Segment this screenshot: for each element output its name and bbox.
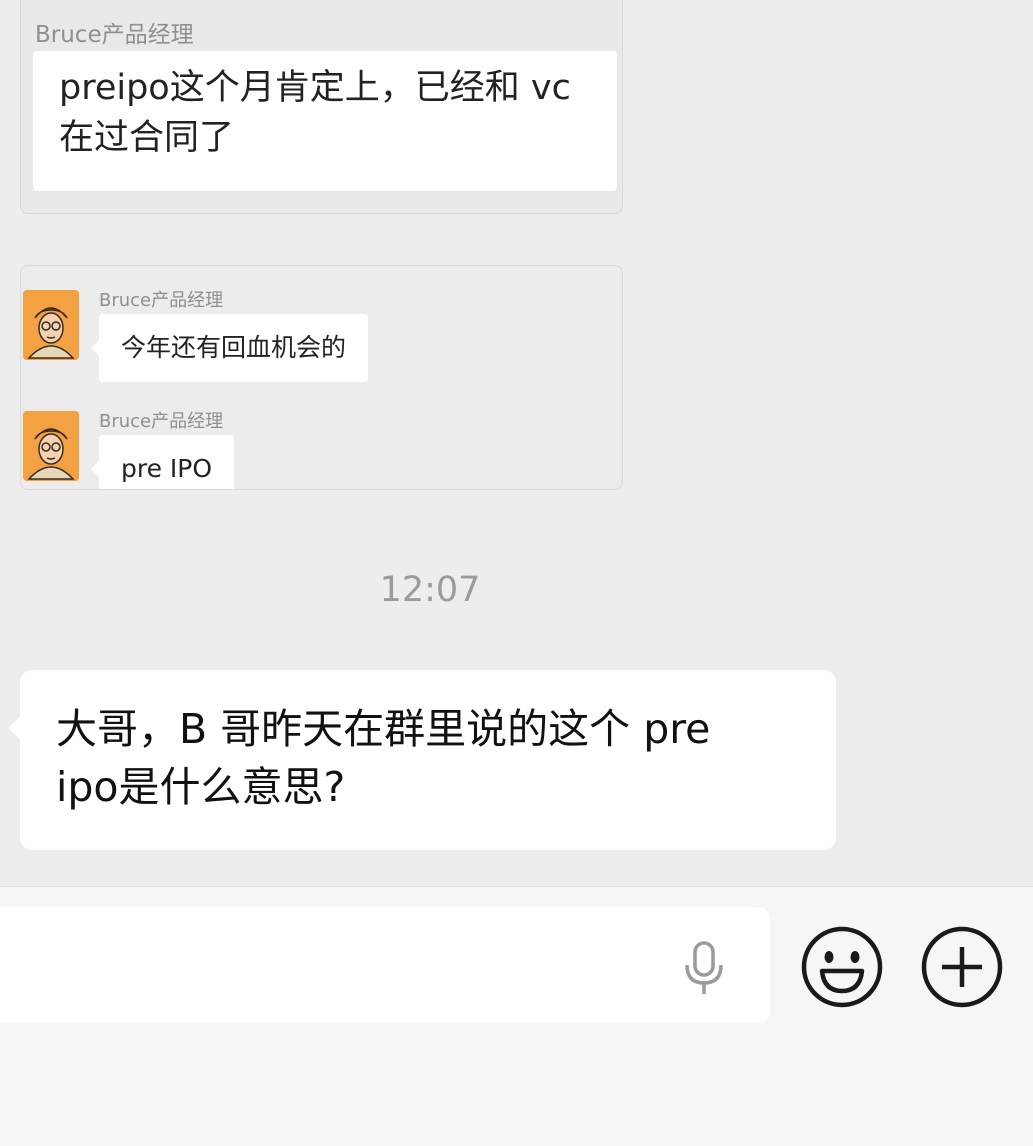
sender-name: Bruce产品经理 xyxy=(35,22,194,48)
message-line: ipo是什么意思? xyxy=(56,763,346,811)
incoming-message-bubble[interactable]: 大哥，B 哥昨天在群里说的这个 pre ipo是什么意思? xyxy=(8,670,836,850)
message-line: preipo这个月肯定上，已经和 vc xyxy=(59,68,571,108)
emoji-icon[interactable] xyxy=(798,923,886,1011)
message-bubble: preipo这个月肯定上，已经和 vc 在过合同了 xyxy=(33,51,617,191)
add-icon[interactable] xyxy=(918,923,1006,1011)
microphone-icon[interactable] xyxy=(672,937,736,1001)
cartoon-man-avatar-icon xyxy=(23,290,79,360)
forwarded-screenshot-image[interactable]: Bruce产品经理 今年还有回血机会的 Bruce产品经理 pre IPO xyxy=(20,265,623,490)
sender-name: Bruce产品经理 xyxy=(99,290,224,311)
message-line: 在过合同了 xyxy=(59,118,235,158)
message-bubble: pre IPO xyxy=(90,435,235,489)
forwarded-screenshot-image[interactable]: Bruce产品经理 preipo这个月肯定上，已经和 vc 在过合同了 xyxy=(20,0,623,214)
chat-screen: Bruce产品经理 preipo这个月肯定上，已经和 vc 在过合同了 Bruc… xyxy=(0,0,1033,1146)
cartoon-man-avatar-icon xyxy=(23,411,79,481)
message-line: 大哥，B 哥昨天在群里说的这个 pre xyxy=(56,705,711,753)
message-bubble: 今年还有回血机会的 xyxy=(90,314,369,382)
message-timestamp: 12:07 xyxy=(379,570,481,610)
sender-name: Bruce产品经理 xyxy=(99,411,224,432)
message-input[interactable] xyxy=(0,907,770,1023)
chat-input-bar xyxy=(0,886,1033,1146)
